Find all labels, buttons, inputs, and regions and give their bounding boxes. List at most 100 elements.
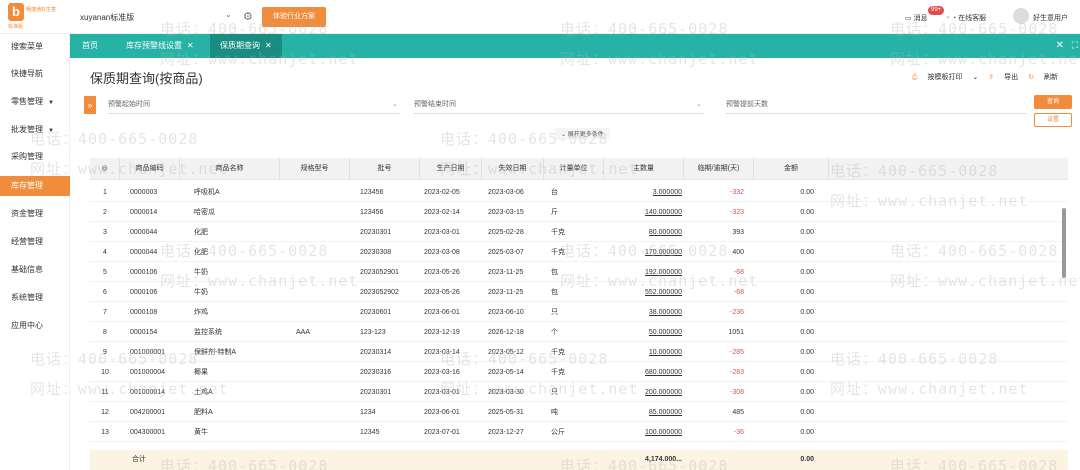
cell-qty[interactable]: 100.000000 <box>604 424 682 442</box>
column-header[interactable]: 规格型号 <box>280 158 350 180</box>
sidebar-item-purchase[interactable]: 采购管理 <box>0 147 70 167</box>
cell-exp: 2023-05-14 <box>488 369 524 376</box>
query-button[interactable]: 查询 <box>1034 95 1072 109</box>
logo[interactable]: b 畅捷通好生意 标准版 <box>6 2 68 30</box>
cell-unit: 个 <box>551 329 558 336</box>
column-header[interactable]: 临期/逾期(天) <box>684 158 754 180</box>
cell-qty[interactable]: 3.000000 <box>604 184 682 202</box>
table-row[interactable]: 13 004300001 黄牛 12345 2023-07-01 2023-12-27 公斤… <box>90 424 1068 442</box>
refresh-button[interactable]: ↻ 刷新 <box>1028 74 1058 81</box>
cell-code: 0000106 <box>130 289 158 296</box>
online-service-button[interactable]: ◔ 在线客服 <box>952 13 986 23</box>
table-row[interactable]: 2 0000014 哈密瓜 123456 2023-02-14 2023-03-15 斤 14… <box>90 204 1068 222</box>
cell-amt: 0.00 <box>800 209 814 216</box>
sidebar-item-retail[interactable]: 零售管理 ▼ <box>0 92 70 112</box>
tab-home[interactable]: 首页 <box>72 34 108 58</box>
avatar[interactable] <box>1013 8 1029 24</box>
sidebar-item-inventory[interactable]: 库存管理 <box>0 176 70 196</box>
warning-advance-days-field[interactable]: 预警提前天数 <box>726 96 1026 114</box>
chevron-down-icon[interactable]: ⌄ <box>945 12 951 20</box>
close-all-icon[interactable]: ✕ <box>1056 40 1064 51</box>
cell-qty[interactable]: 200.000000 <box>604 384 682 402</box>
column-header[interactable]: 生产日期 <box>420 158 482 180</box>
tab-shelf-life[interactable]: 保质期查询 ✕ <box>210 34 282 58</box>
sidebar-item-system[interactable]: 系统管理 <box>0 288 70 308</box>
close-icon[interactable]: ✕ <box>187 41 194 50</box>
column-header[interactable]: 主数量 <box>604 158 684 180</box>
cell-qty[interactable]: 170.000000 <box>604 244 682 262</box>
cell-qty[interactable]: 680.000000 <box>604 364 682 382</box>
cell-qty[interactable]: 85.000000 <box>604 404 682 422</box>
sidebar-item-label: 采购管理 <box>11 152 43 161</box>
sidebar-item-app-center[interactable]: 应用中心 <box>0 316 70 336</box>
table-row[interactable]: 5 0000106 牛奶 2023052901 2023-05-26 2023-11-25… <box>90 264 1068 282</box>
cell-amt: 0.00 <box>800 409 814 416</box>
tab-stock-warning[interactable]: 库存预警线设置 ✕ <box>116 34 204 58</box>
user-name[interactable]: 好生意用户 <box>1033 13 1068 23</box>
column-header[interactable]: 失效日期 <box>482 158 544 180</box>
cell-qty[interactable]: 552.000000 <box>604 284 682 302</box>
close-icon[interactable]: ✕ <box>265 41 272 50</box>
table-row[interactable]: 11 001000014 土鸡A 20230301 2023-03-01 2023-03-… <box>90 384 1068 402</box>
fullscreen-icon[interactable]: ⛶ <box>1072 40 1078 51</box>
cell-days: -236 <box>729 309 744 316</box>
cell-spec <box>296 344 346 362</box>
table-row[interactable]: 9 001000001 保鲜剂-特制A 20230314 2023-03-14 2023-… <box>90 344 1068 362</box>
column-header[interactable]: 商品名称 <box>180 158 280 180</box>
cell-qty[interactable]: 38.000000 <box>604 304 682 322</box>
cell-batch: 2023052902 <box>360 289 399 296</box>
table-row[interactable]: 7 0000108 炸鸡 20230601 2023-06-01 2023-06-10 只 3… <box>90 304 1068 322</box>
cell-qty[interactable]: 192.000000 <box>604 264 682 282</box>
table-row[interactable]: 12 004200001 肥料A 1234 2023-06-01 2025-05-31 吨 8… <box>90 404 1068 422</box>
cell-batch: 20230301 <box>360 389 392 396</box>
trial-industry-button[interactable]: 体验行业方案 <box>262 7 326 27</box>
cell-qty[interactable]: 50.000000 <box>604 324 682 342</box>
column-header[interactable]: 商品编码 <box>120 158 180 180</box>
sidebar-item-operations[interactable]: 经营管理 <box>0 232 70 252</box>
total-label: 合计 <box>132 456 146 463</box>
sidebar-item-quick-nav[interactable]: 快捷导航 <box>0 64 70 84</box>
export-button[interactable]: ⇪ 导出 <box>988 74 1018 81</box>
table-row[interactable]: 4 0000044 化肥 20230308 2023-03-08 2025-03-07 千克… <box>90 244 1068 262</box>
sidebar-item-wholesale[interactable]: 批发管理 ▼ <box>0 120 70 140</box>
warning-start-date-field[interactable]: 预警起始时间 ⌄ <box>108 96 400 114</box>
cell-qty[interactable]: 140.000000 <box>604 204 682 222</box>
expand-more-conditions[interactable]: ⌄ 展开更多条件 <box>555 128 610 139</box>
cell-no: 1 <box>103 189 107 196</box>
cell-spec: AAA <box>296 329 311 336</box>
chevron-down-icon[interactable]: ⌄ <box>972 74 978 81</box>
company-selector[interactable]: xuyanan标准版 <box>80 12 134 23</box>
table-row[interactable]: 8 0000154 监控系统 AAA 123-123 2023-12-19 2026-12-… <box>90 324 1068 342</box>
settings-button[interactable]: 设置 <box>1034 113 1072 127</box>
table-row[interactable]: 1 0000003 呼吸机A 123456 2023-02-05 2023-03-06 台 3… <box>90 184 1068 202</box>
cell-batch: 20230314 <box>360 349 392 356</box>
sidebar-item-funds[interactable]: 资金管理 <box>0 204 70 224</box>
tab-label: 首页 <box>82 41 98 50</box>
chevron-down-icon[interactable]: ⌄ <box>225 10 232 19</box>
column-header[interactable]: 金额 <box>754 158 829 180</box>
gear-icon[interactable]: ⚙ <box>243 10 253 23</box>
vertical-scrollbar[interactable] <box>1062 208 1066 278</box>
cell-unit: 公斤 <box>551 429 565 436</box>
messages-button[interactable]: ▭ 消息 <box>905 13 928 23</box>
cell-prod: 2023-05-26 <box>424 269 460 276</box>
cell-qty[interactable]: 10.000000 <box>604 344 682 362</box>
sidebar-item-label: 零售管理 <box>11 97 43 106</box>
cell-no: 11 <box>101 389 109 396</box>
table-row[interactable]: 10 001000004 椰果 20230316 2023-03-16 2023-05-1… <box>90 364 1068 382</box>
warning-end-date-field[interactable]: 预警结束时间 ⌄ <box>414 96 704 114</box>
sidebar-item-search-menu[interactable]: 搜索菜单 <box>0 37 70 57</box>
sidebar-item-basic-info[interactable]: 基础信息 <box>0 260 70 280</box>
column-header[interactable]: 批号 <box>350 158 420 180</box>
column-header-settings[interactable]: ◎ <box>90 158 120 180</box>
cell-prod: 2023-06-01 <box>424 309 460 316</box>
column-header[interactable]: 计量单位 <box>544 158 604 180</box>
table-row[interactable]: 6 0000106 牛奶 2023052902 2023-05-26 2023-11-25… <box>90 284 1068 302</box>
cell-no: 6 <box>103 289 107 296</box>
expand-filter-button[interactable]: » <box>84 96 96 114</box>
table-row[interactable]: 3 0000044 化肥 20230301 2023-03-01 2025-02-28 千克… <box>90 224 1068 242</box>
cell-qty[interactable]: 80.000000 <box>604 224 682 242</box>
cell-no: 13 <box>101 429 109 436</box>
cell-batch: 20230301 <box>360 229 392 236</box>
print-template-button[interactable]: ⎙ 按模板打印 <box>912 74 963 81</box>
